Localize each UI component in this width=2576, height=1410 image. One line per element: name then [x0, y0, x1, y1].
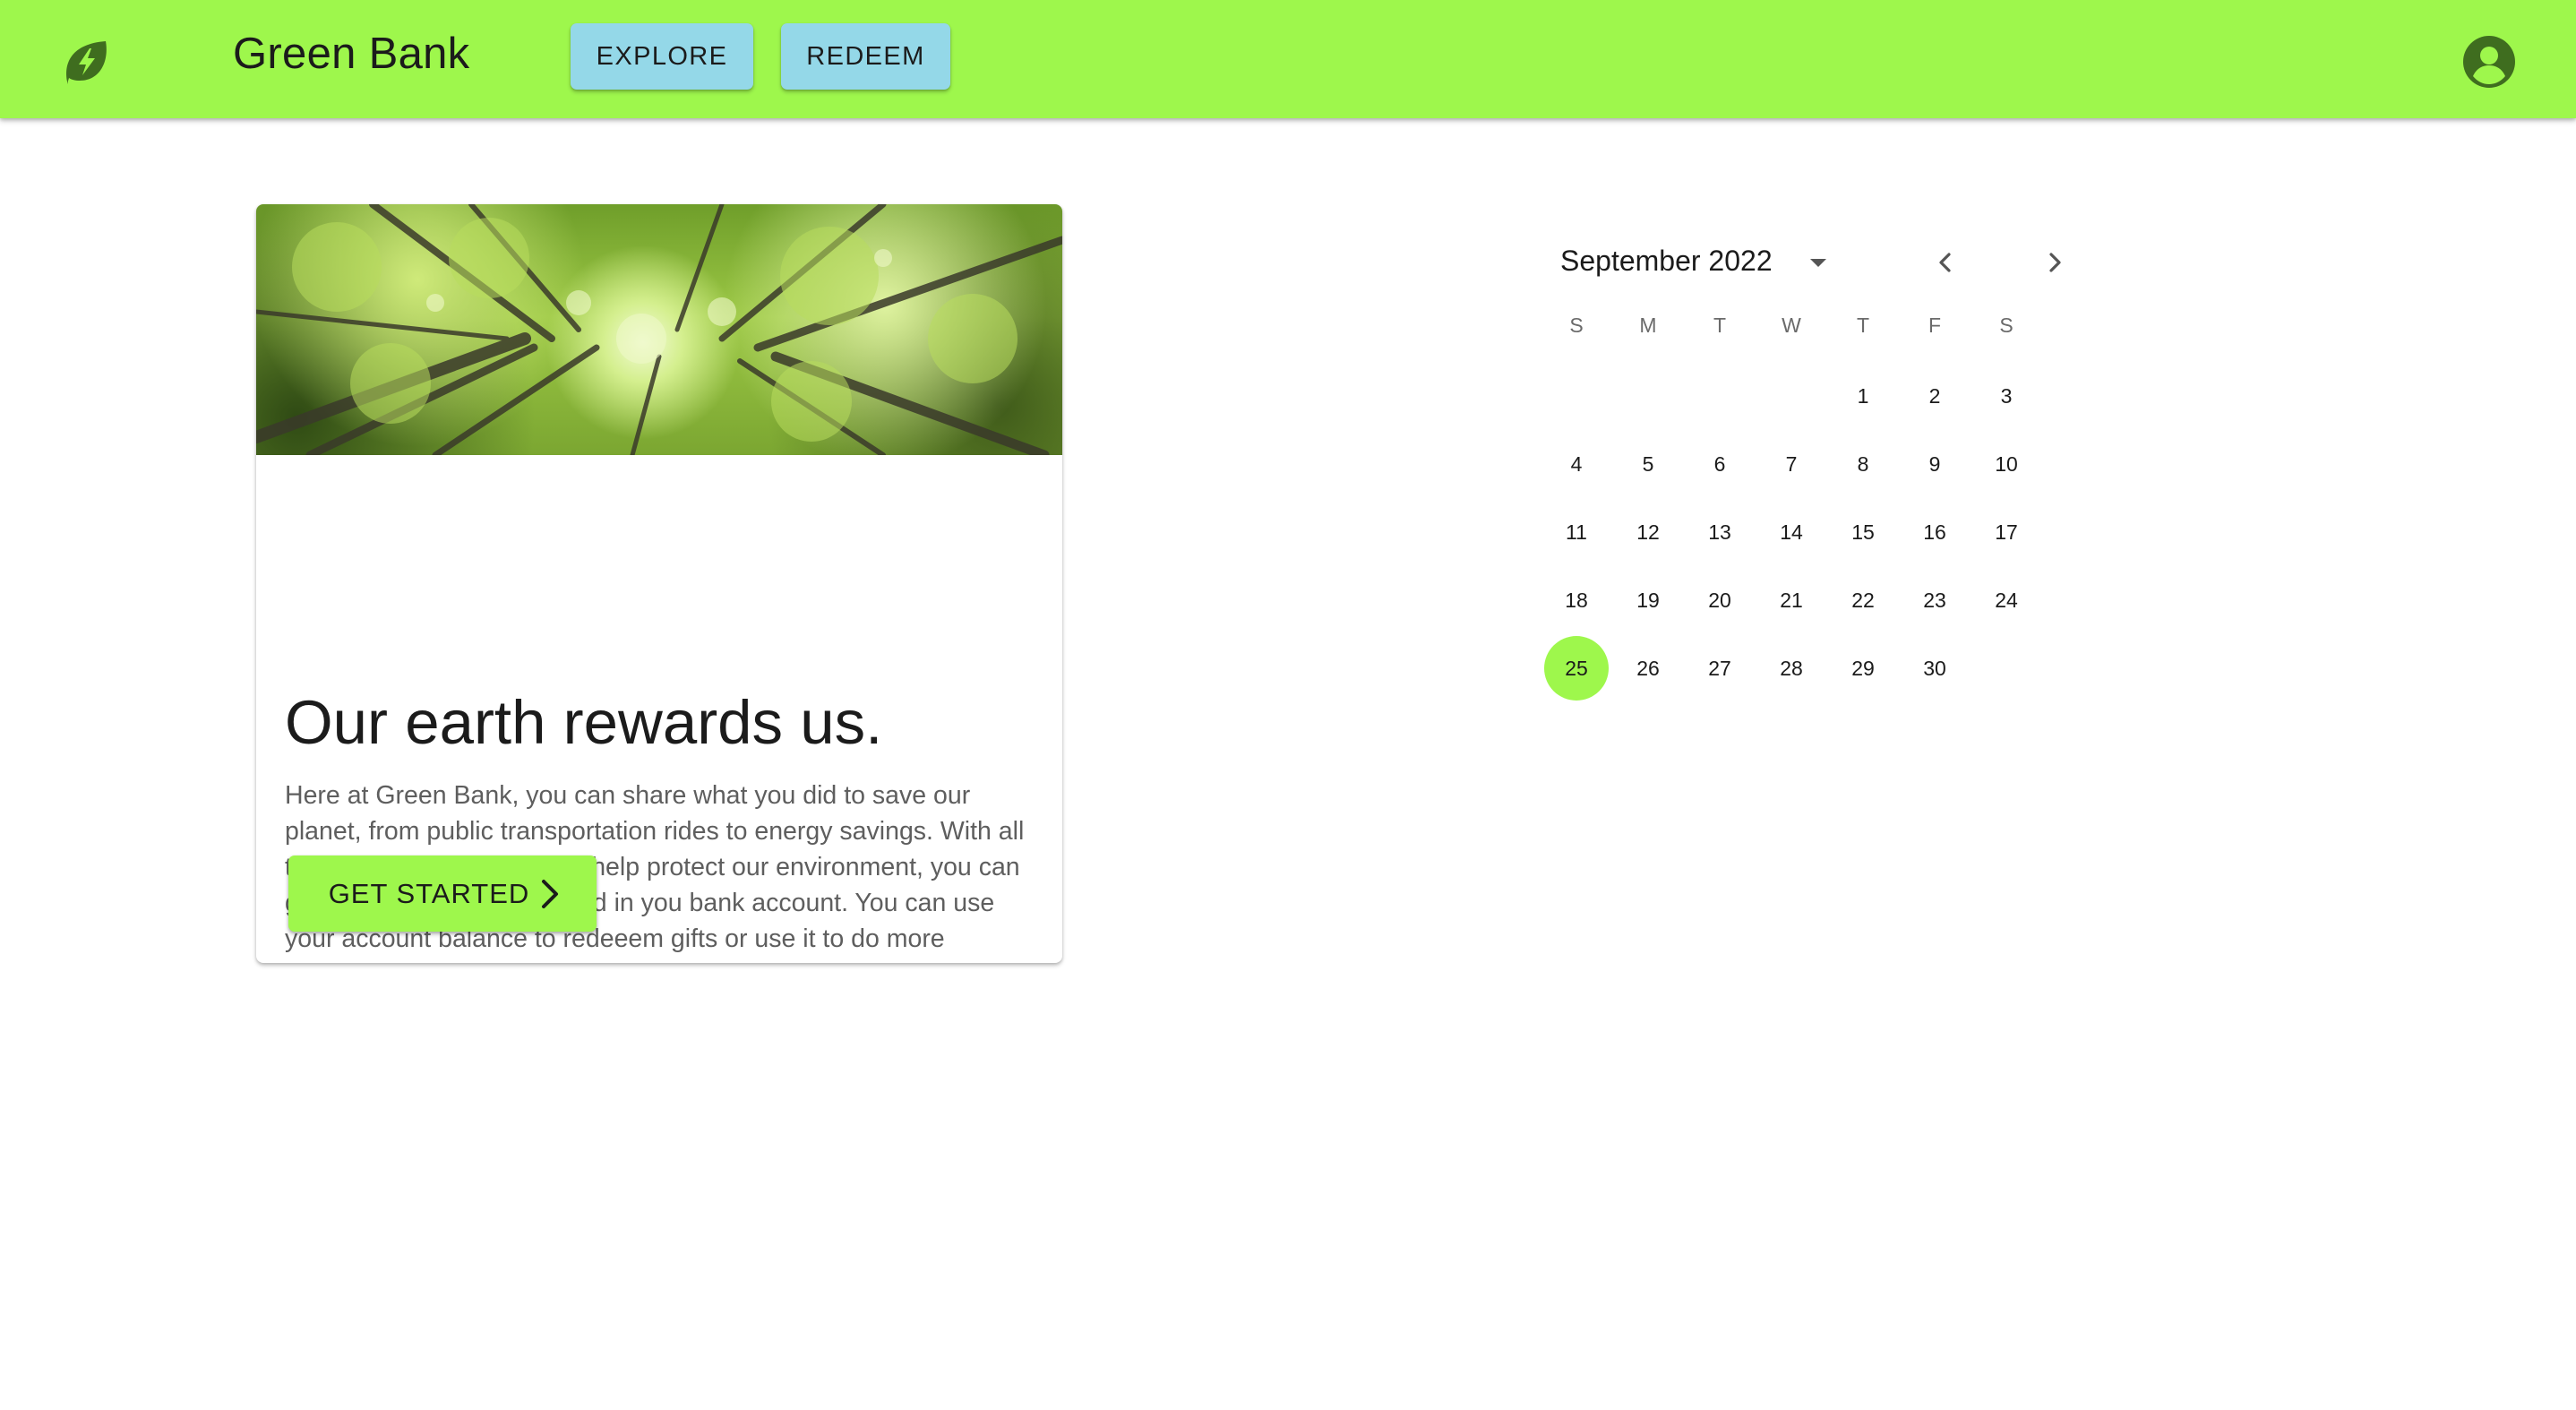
get-started-button[interactable]: GET STARTED	[288, 855, 597, 932]
get-started-label: GET STARTED	[328, 877, 530, 909]
forest-canopy-image	[256, 204, 1062, 455]
calendar-day[interactable]: 2	[1902, 364, 1967, 428]
account-circle-icon[interactable]	[2461, 34, 2517, 90]
empty-day-cell	[1684, 364, 1756, 428]
calendar-day[interactable]: 4	[1544, 432, 1609, 496]
caret-down-icon[interactable]	[1802, 246, 1834, 279]
redeem-button[interactable]: REDEEM	[781, 23, 950, 90]
card-title: Our earth rewards us.	[285, 688, 883, 757]
calendar-day[interactable]: 16	[1902, 500, 1967, 564]
app-bar: Green Bank EXPLORE REDEEM	[0, 0, 2576, 118]
weekday-label: S	[1999, 314, 2014, 337]
date-calendar: September 2022 SMTWTFS 1 2 3 4 5 6 7 8 9 10 11 12 13…	[1541, 224, 2078, 726]
calendar-day[interactable]: 29	[1831, 636, 1895, 701]
calendar-day[interactable]: 11	[1544, 500, 1609, 564]
calendar-day[interactable]: 18	[1544, 568, 1609, 632]
calendar-day[interactable]: 13	[1687, 500, 1752, 564]
calendar-day[interactable]: 20	[1687, 568, 1752, 632]
calendar-day[interactable]: 19	[1616, 568, 1680, 632]
weekday-label: T	[1713, 314, 1727, 337]
calendar-day[interactable]: 14	[1759, 500, 1824, 564]
calendar-day[interactable]: 30	[1902, 636, 1967, 701]
calendar-day[interactable]: 24	[1974, 568, 2039, 632]
calendar-day[interactable]: 21	[1759, 568, 1824, 632]
weekday-label: S	[1569, 314, 1584, 337]
calendar-day[interactable]: 26	[1616, 636, 1680, 701]
calendar-day[interactable]: 27	[1687, 636, 1752, 701]
calendar-day[interactable]: 5	[1616, 432, 1680, 496]
calendar-day-selected[interactable]: 25	[1544, 636, 1609, 701]
empty-day-cell	[1756, 364, 1827, 428]
explore-button[interactable]: EXPLORE	[571, 23, 753, 90]
chevron-right-icon	[538, 878, 562, 910]
calendar-day[interactable]: 10	[1974, 432, 2039, 496]
calendar-day[interactable]: 7	[1759, 432, 1824, 496]
weekday-label: W	[1782, 314, 1801, 337]
weekday-label: F	[1928, 314, 1942, 337]
calendar-day[interactable]: 12	[1616, 500, 1680, 564]
calendar-day[interactable]: 23	[1902, 568, 1967, 632]
intro-card: Our earth rewards us. Here at Green Bank…	[256, 204, 1062, 963]
calendar-day[interactable]: 8	[1831, 432, 1895, 496]
calendar-day[interactable]: 28	[1759, 636, 1824, 701]
weekday-header-row: SMTWTFS	[1541, 312, 2078, 339]
app-title: Green Bank	[233, 30, 470, 78]
weekday-label: T	[1856, 314, 1870, 337]
weekday-label: M	[1639, 314, 1657, 337]
leaf-bolt-icon	[59, 34, 115, 90]
calendar-day[interactable]: 17	[1974, 500, 2039, 564]
calendar-day[interactable]: 15	[1831, 500, 1895, 564]
empty-day-cell	[1541, 364, 1612, 428]
calendar-day[interactable]: 6	[1687, 432, 1752, 496]
calendar-header: September 2022	[1541, 237, 2078, 282]
chevron-right-icon[interactable]	[2039, 246, 2071, 279]
calendar-day[interactable]: 9	[1902, 432, 1967, 496]
calendar-day[interactable]: 22	[1831, 568, 1895, 632]
calendar-month-label[interactable]: September 2022	[1560, 243, 1773, 279]
calendar-day[interactable]: 1	[1831, 364, 1895, 428]
empty-day-cell	[1612, 364, 1684, 428]
chevron-left-icon[interactable]	[1929, 246, 1962, 279]
calendar-day[interactable]: 3	[1974, 364, 2039, 428]
calendar-day-grid: 1 2 3 4 5 6 7 8 9 10 11 12 13 14 15 16 17 18 19 20 21 22 23 24 2…	[1541, 364, 2078, 704]
